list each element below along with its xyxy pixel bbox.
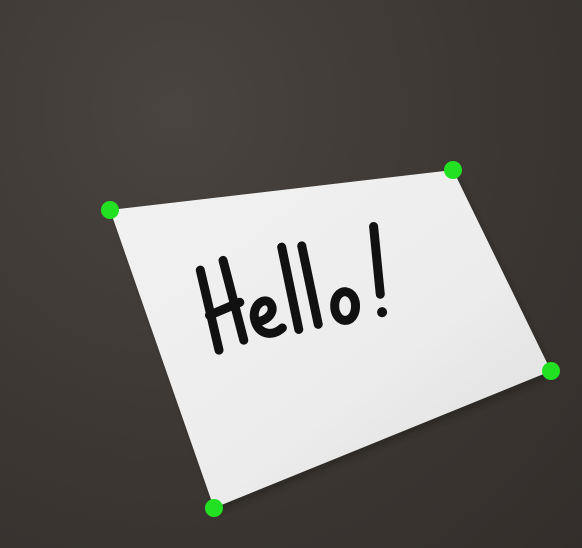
paper-card bbox=[110, 170, 551, 508]
corner-marker-top-right bbox=[444, 161, 462, 179]
corner-marker-top-left bbox=[101, 201, 119, 219]
photo-scene bbox=[0, 0, 582, 548]
corner-marker-bottom-left bbox=[205, 499, 223, 517]
photo-canvas bbox=[101, 161, 560, 517]
corner-marker-bottom-right bbox=[542, 362, 560, 380]
